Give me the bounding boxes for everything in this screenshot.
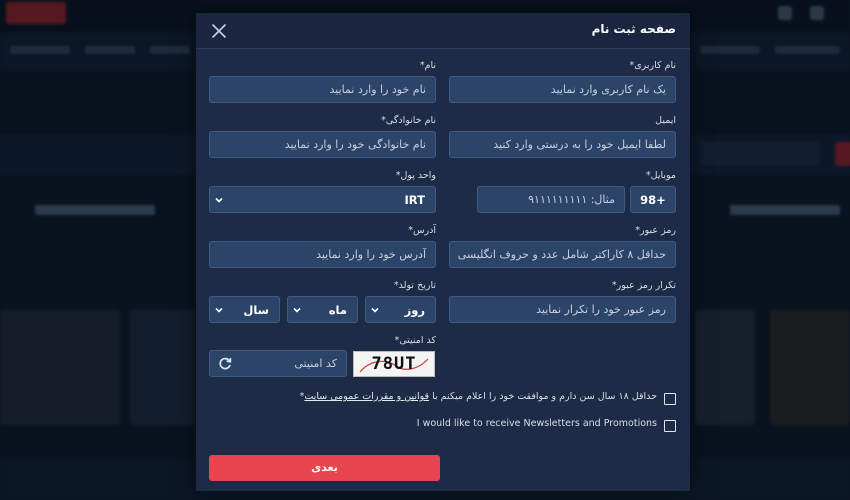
first-name-input[interactable]: نام خود را وارد نمایید bbox=[209, 76, 436, 103]
mobile-label: موبایل* bbox=[645, 170, 676, 181]
newsletter-checkbox[interactable] bbox=[664, 420, 676, 432]
birth-year-select[interactable]: سال bbox=[209, 296, 280, 323]
chevron-down-icon bbox=[293, 307, 301, 313]
next-button[interactable]: بعدی bbox=[209, 455, 440, 481]
first-name-label: نام* bbox=[419, 60, 436, 71]
password-placeholder: حداقل ۸ کاراکتر شامل عدد و حروف انگلیسی bbox=[457, 248, 666, 261]
password-label: رمز عبور* bbox=[635, 225, 676, 236]
currency-value: IRT bbox=[404, 193, 425, 207]
email-label: ایمیل bbox=[655, 115, 676, 126]
birth-year-value: سال bbox=[243, 303, 269, 317]
chevron-down-icon bbox=[215, 197, 223, 203]
mobile-input[interactable]: مثال: ۹۱۱۱۱۱۱۱۱۱ bbox=[477, 186, 625, 213]
last-name-label: نام خانوادگی* bbox=[381, 115, 436, 126]
country-code-field[interactable]: 98+ bbox=[630, 186, 676, 213]
captcha-placeholder: کد امنیتی bbox=[294, 357, 337, 370]
registration-modal: صفحه ثبت نام نام کاربری* یک نام کاربری و… bbox=[196, 13, 690, 491]
last-name-placeholder: نام خانوادگی خود را وارد نمایید bbox=[284, 138, 426, 151]
captcha-text: 78UT bbox=[371, 354, 417, 374]
currency-label: واحد پول* bbox=[395, 170, 436, 181]
address-label: آدرس* bbox=[408, 225, 436, 236]
terms-checkbox[interactable] bbox=[664, 393, 676, 405]
mobile-placeholder: مثال: ۹۱۱۱۱۱۱۱۱۱ bbox=[528, 193, 615, 206]
modal-header: صفحه ثبت نام bbox=[196, 13, 690, 49]
close-icon[interactable] bbox=[212, 23, 226, 38]
password-confirm-label: تکرار رمز عبور* bbox=[611, 280, 676, 291]
captcha-label: کد امنیتی* bbox=[394, 335, 436, 346]
newsletter-label: I would like to receive Newsletters and … bbox=[416, 418, 657, 429]
birth-date-label: تاریخ تولد* bbox=[393, 280, 436, 291]
username-input[interactable]: یک نام کاربری وارد نمایید bbox=[449, 76, 676, 103]
password-confirm-placeholder: رمز عبور خود را تکرار نمایید bbox=[536, 303, 666, 316]
modal-title: صفحه ثبت نام bbox=[591, 22, 676, 36]
email-input[interactable]: لطفا ایمیل خود را به درستی وارد کنید bbox=[449, 131, 676, 158]
first-name-placeholder: نام خود را وارد نمایید bbox=[329, 83, 426, 96]
chevron-down-icon bbox=[371, 307, 379, 313]
birth-day-select[interactable]: روز bbox=[365, 296, 436, 323]
chevron-down-icon bbox=[215, 307, 223, 313]
terms-link[interactable]: قوانین و مقررات عمومی سایت bbox=[304, 391, 429, 402]
username-label: نام کاربری* bbox=[629, 60, 676, 71]
last-name-input[interactable]: نام خانوادگی خود را وارد نمایید bbox=[209, 131, 436, 158]
captcha-image: 78UT bbox=[353, 351, 435, 377]
email-placeholder: لطفا ایمیل خود را به درستی وارد کنید bbox=[493, 138, 666, 151]
address-placeholder: آدرس خود را وارد نمایید bbox=[316, 248, 426, 261]
terms-label: حداقل ۱۸ سال سن دارم و موافقت خود را اعل… bbox=[432, 391, 657, 402]
refresh-icon[interactable] bbox=[217, 356, 233, 372]
password-confirm-input[interactable]: رمز عبور خود را تکرار نمایید bbox=[449, 296, 676, 323]
birth-month-value: ماه bbox=[328, 303, 347, 317]
terms-text: حداقل ۱۸ سال سن دارم و موافقت خود را اعل… bbox=[300, 391, 657, 402]
username-placeholder: یک نام کاربری وارد نمایید bbox=[550, 83, 666, 96]
currency-select[interactable]: IRT bbox=[209, 186, 436, 213]
birth-day-value: روز bbox=[404, 303, 425, 317]
birth-month-select[interactable]: ماه bbox=[287, 296, 358, 323]
address-input[interactable]: آدرس خود را وارد نمایید bbox=[209, 241, 436, 268]
password-input[interactable]: حداقل ۸ کاراکتر شامل عدد و حروف انگلیسی bbox=[449, 241, 676, 268]
